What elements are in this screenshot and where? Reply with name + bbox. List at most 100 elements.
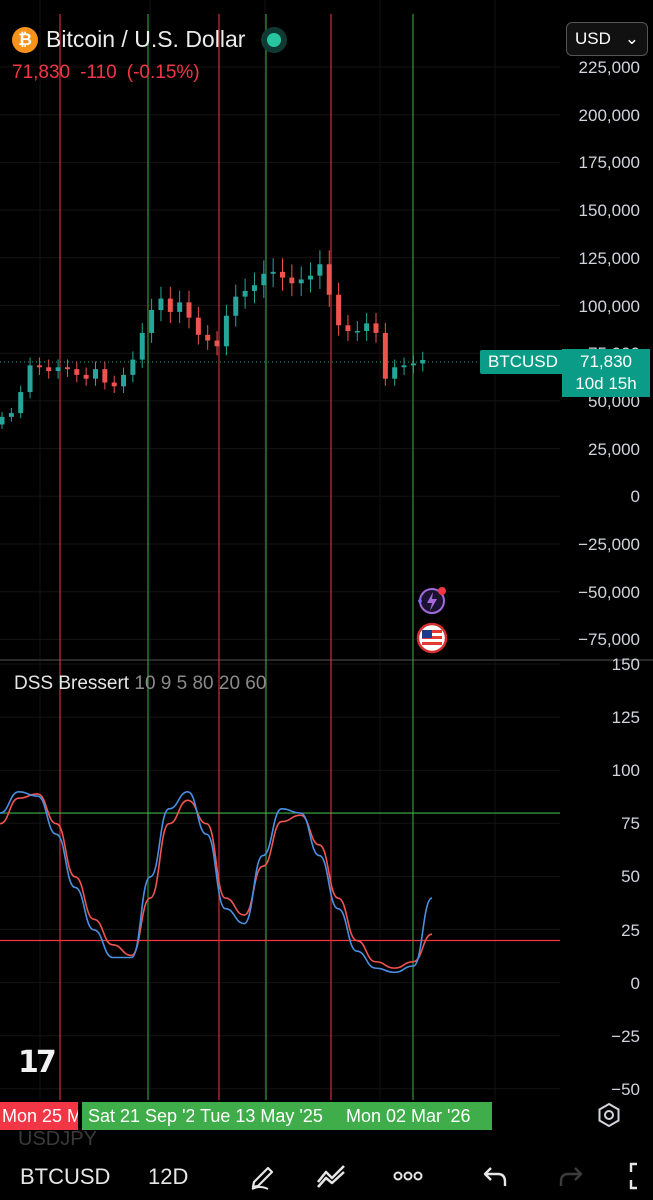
price-axis-label: −50,000 — [578, 582, 640, 602]
candle-body — [326, 264, 332, 295]
price-axis-label: 150,000 — [578, 201, 640, 221]
candle-body — [364, 323, 370, 332]
indicator-axis-label: 150 — [611, 655, 640, 674]
candle-body — [74, 369, 80, 375]
fullscreen-icon[interactable] — [623, 1160, 653, 1190]
drawing-pencil-icon[interactable] — [248, 1160, 278, 1190]
candle-body — [401, 365, 407, 368]
candle-body — [336, 294, 342, 326]
toolbar-symbol-button[interactable]: BTCUSD — [20, 1164, 110, 1190]
candle-body — [149, 310, 155, 333]
toolbar-interval-button[interactable]: 12D — [148, 1164, 188, 1190]
time-axis-date-tag: Tue 13 May '25 — [194, 1102, 340, 1130]
price-axis-label: 175,000 — [578, 153, 640, 173]
candle-body — [177, 302, 183, 312]
candle-body — [27, 365, 33, 393]
time-axis-date-tag: Sat 21 Sep '2 — [82, 1102, 194, 1130]
indicator-axis-label: 25 — [621, 920, 640, 940]
settings-icon[interactable] — [596, 1102, 622, 1128]
tradingview-logo: 17 — [18, 1045, 57, 1080]
indicator-axis-label: 50 — [621, 867, 640, 887]
symbol-title[interactable]: Bitcoin / U.S. Dollar — [46, 26, 245, 53]
candle-body — [139, 332, 145, 360]
candle-body — [261, 273, 267, 286]
bitcoin-icon: ₿ — [12, 26, 38, 53]
candle-body — [251, 285, 257, 291]
candle-body — [345, 325, 351, 332]
current-price-tag: 71,830 10d 15h — [562, 349, 650, 397]
candle-body — [102, 369, 108, 383]
market-open-icon[interactable] — [261, 26, 288, 53]
chart-canvas[interactable] — [0, 0, 653, 1200]
current-price: 71,830 — [580, 352, 632, 371]
price-axis-label: 225,000 — [578, 58, 640, 77]
more-options-icon[interactable] — [393, 1160, 423, 1190]
indicators-icon[interactable] — [316, 1160, 346, 1190]
price-axis-label: −25,000 — [578, 535, 640, 554]
indicator-axis-label: 125 — [611, 708, 640, 728]
dss-signal-line — [0, 793, 433, 969]
symbol-price-tag: BTCUSD — [480, 350, 566, 374]
indicator-axis-label: 0 — [630, 973, 640, 993]
price-axis-label: 125,000 — [578, 248, 640, 268]
candle-body — [233, 296, 239, 316]
candle-body — [223, 315, 229, 347]
candle-body — [280, 271, 285, 278]
candle-body — [46, 367, 52, 372]
candle-body — [205, 334, 211, 341]
candle-body — [420, 359, 426, 364]
price-axis-label: 25,000 — [588, 439, 640, 459]
time-axis-date-tag: Mon 02 Mar '26 — [340, 1102, 492, 1130]
undo-icon[interactable] — [480, 1160, 510, 1190]
candle-body — [382, 332, 388, 379]
us-flag-event-icon[interactable] — [416, 622, 448, 654]
candle-body — [167, 298, 173, 312]
redo-icon[interactable] — [556, 1160, 586, 1190]
candle-body — [158, 298, 164, 311]
currency-value: USD — [575, 29, 611, 48]
candle-body — [83, 374, 89, 379]
candle-body — [373, 323, 379, 333]
candle-body — [289, 277, 295, 284]
change-percent: (-0.15%) — [126, 62, 200, 83]
ghost-symbol: USDJPY — [18, 1128, 97, 1150]
candle-body — [130, 359, 136, 375]
candle-body — [186, 302, 192, 318]
candle-body — [308, 275, 314, 280]
candle-body — [8, 413, 14, 417]
candle-body — [55, 367, 61, 372]
price-axis-label: 0 — [630, 487, 640, 507]
indicator-legend[interactable]: DSS Bressert 10 9 5 80 20 60 — [14, 673, 266, 695]
candle-body — [0, 416, 5, 425]
candle-body — [64, 367, 70, 370]
candle-body — [195, 317, 201, 335]
dss-line — [0, 791, 433, 974]
candle-body — [298, 279, 304, 284]
candle-body — [392, 367, 398, 379]
candle-body — [93, 369, 98, 379]
candle-body — [111, 382, 117, 387]
indicator-axis-label: 100 — [611, 761, 640, 781]
candle-body — [410, 363, 416, 366]
symbol-header[interactable]: ₿ Bitcoin / U.S. Dollar — [12, 26, 288, 53]
candle-body — [121, 374, 127, 387]
candle-body — [36, 365, 42, 368]
price-axis-label: 200,000 — [578, 105, 640, 125]
candle-body — [354, 331, 360, 333]
candle-body — [18, 392, 24, 414]
currency-select[interactable]: USD ⌄ — [566, 22, 648, 56]
chevron-down-icon: ⌄ — [624, 29, 639, 48]
candle-body — [317, 264, 323, 276]
time-axis-date-tag: Mon 25 M — [0, 1102, 78, 1130]
last-price: 71,830 — [12, 62, 71, 83]
price-axis-label: −75,000 — [578, 630, 640, 650]
indicator-axis-label: 75 — [621, 814, 640, 834]
indicator-name: DSS Bressert — [14, 673, 130, 694]
indicator-axis-label: −25 — [611, 1026, 640, 1046]
alert-lightning-icon[interactable] — [415, 584, 449, 618]
indicator-params: 10 9 5 80 20 60 — [134, 673, 267, 694]
candle-body — [242, 290, 248, 297]
candle-body — [214, 340, 220, 347]
candle-body — [270, 271, 276, 274]
change-value: -110 — [80, 62, 117, 83]
